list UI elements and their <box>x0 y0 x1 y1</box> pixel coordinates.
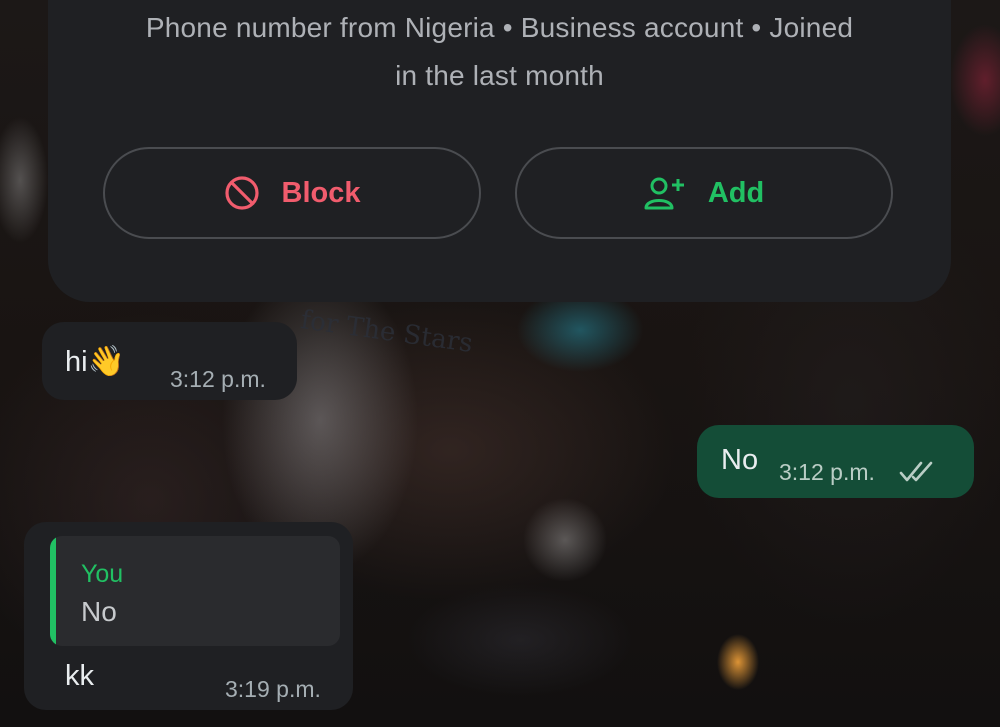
message-text: No <box>721 444 759 476</box>
message-text: hi👋 <box>65 345 125 378</box>
quote-accent-bar <box>50 536 56 646</box>
message-timestamp: 3:12 p.m. <box>170 366 266 392</box>
add-contact-icon <box>644 176 686 210</box>
message-bubble-outgoing[interactable]: No 3:12 p.m. <box>697 425 974 498</box>
message-timestamp: 3:12 p.m. <box>779 459 875 485</box>
contact-details-line-1: Phone number from Nigeria • Business acc… <box>145 12 854 43</box>
block-icon <box>224 175 260 211</box>
message-text: kk <box>65 660 94 692</box>
add-contact-label: Add <box>707 176 765 209</box>
quoted-text: No <box>81 596 117 627</box>
block-button-label: Block <box>281 176 361 209</box>
contact-details-line-2: in the last month <box>395 60 604 91</box>
contact-info-card: Phone number from Nigeria • Business acc… <box>48 0 951 302</box>
message-bubble-incoming[interactable]: hi👋 3:12 p.m. <box>42 322 297 400</box>
block-button[interactable]: Block <box>103 147 481 239</box>
quoted-message[interactable]: You No <box>50 536 340 646</box>
waving-hand-emoji: 👋 <box>87 345 125 378</box>
add-contact-button[interactable]: Add <box>515 147 893 239</box>
message-bubble-incoming-reply[interactable]: You No kk 3:19 p.m. <box>24 522 353 710</box>
double-check-icon <box>899 459 937 490</box>
wallpaper-shirt-print: for The Stars <box>298 305 475 359</box>
message-timestamp: 3:19 p.m. <box>225 676 321 702</box>
quoted-author: You <box>81 560 124 588</box>
